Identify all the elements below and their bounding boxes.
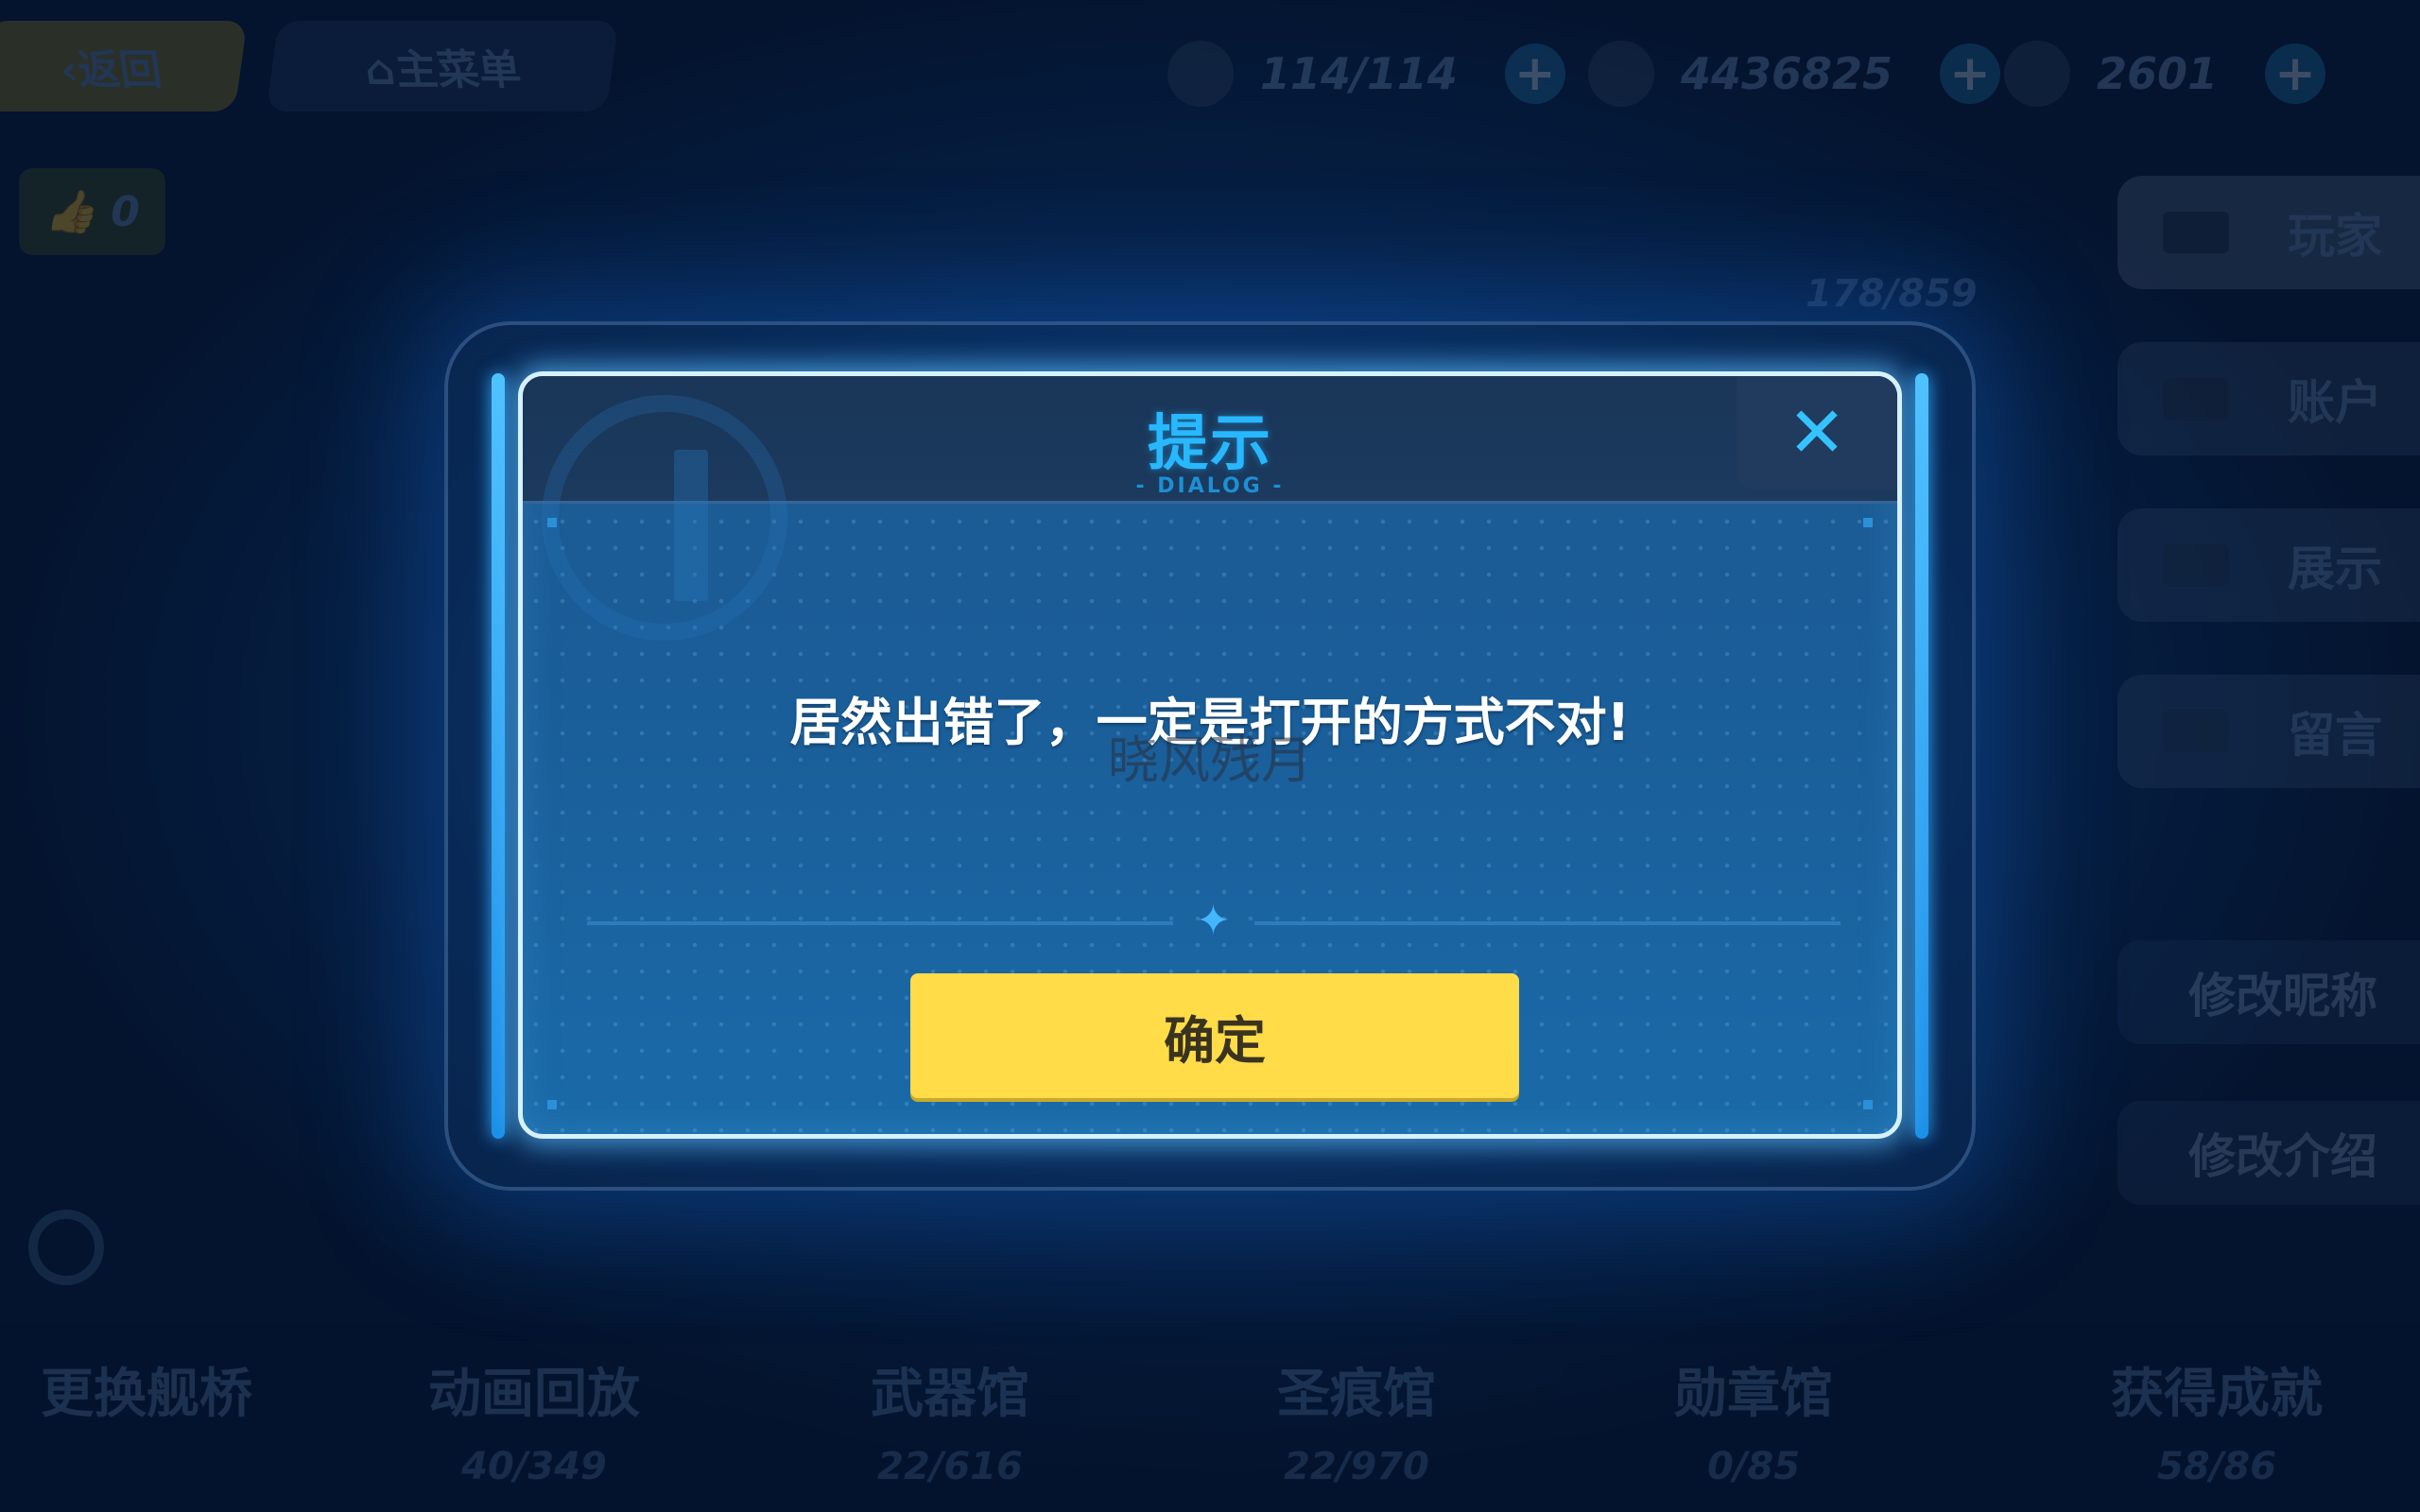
divider-line xyxy=(1254,921,1841,925)
dialog-rail-left xyxy=(492,373,505,1139)
close-icon: ✕ xyxy=(1787,392,1846,473)
corner-dot xyxy=(1863,1100,1873,1109)
corner-dot xyxy=(547,1100,557,1109)
divider-line xyxy=(587,921,1173,925)
corner-dot xyxy=(1863,518,1873,527)
dialog-rail-right xyxy=(1915,373,1928,1139)
dialog-title: 提示 xyxy=(1148,409,1272,479)
close-button[interactable]: ✕ xyxy=(1737,376,1897,490)
dialog-subtitle: - DIALOG - xyxy=(1135,474,1285,498)
game-screen: ‹ 返回 ⌂ 主菜单 114/114 + 4436825 + 2601 + 👍 … xyxy=(0,0,2420,1512)
watermark-text: 晓风残月 xyxy=(1108,730,1312,790)
star-icon: ✦ xyxy=(1196,897,1231,945)
corner-dot xyxy=(547,518,557,527)
error-dialog: 提示 - DIALOG - ✕ 居然出错了，一定是打开的方式不对! 晓风残月 ✦… xyxy=(518,371,1902,1139)
confirm-button[interactable]: 确定 xyxy=(910,973,1519,1098)
